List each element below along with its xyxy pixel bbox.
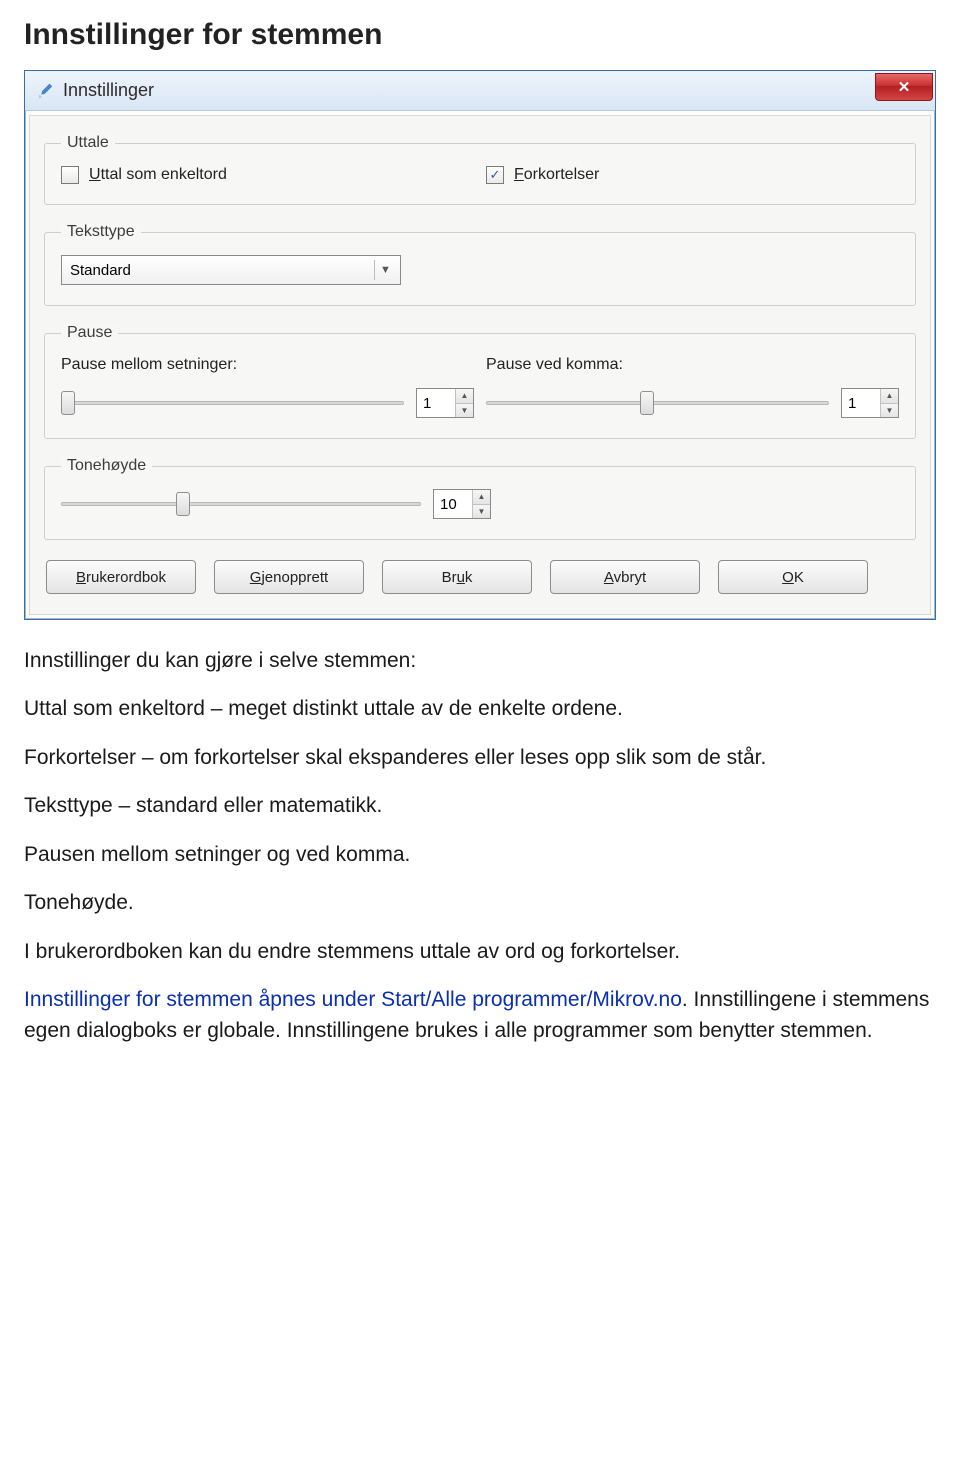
slider-track: [486, 401, 829, 405]
slider-pause-sentences[interactable]: [61, 390, 404, 416]
doc-paragraph: Teksttype – standard eller matematikk.: [24, 791, 936, 821]
button-label: Avbryt: [604, 569, 646, 586]
legend-uttale: Uttale: [61, 134, 115, 152]
spin-up-icon[interactable]: ▲: [456, 389, 473, 404]
slider-thumb[interactable]: [61, 391, 75, 415]
button-label: Brukerordbok: [76, 569, 166, 586]
avbryt-button[interactable]: Avbryt: [550, 560, 700, 594]
gjenopprett-button[interactable]: Gjenopprett: [214, 560, 364, 594]
checkbox-label: Uttal som enkeltord: [89, 166, 227, 184]
combo-value: Standard: [70, 262, 131, 279]
doc-paragraph: Innstillinger du kan gjøre i selve stemm…: [24, 646, 936, 676]
spin-value: 1: [842, 389, 880, 417]
window-title: Innstillinger: [63, 80, 154, 101]
label-pause-sentences: Pause mellom setninger:: [61, 356, 474, 374]
checkbox-box-icon: ✓: [486, 166, 504, 184]
spin-tonehoyde[interactable]: 10 ▲▼: [433, 489, 491, 519]
checkbox-uttal-som-enkeltord[interactable]: Uttal som enkeltord: [61, 166, 474, 184]
spin-pause-sentences[interactable]: 1 ▲▼: [416, 388, 474, 418]
window-body: Uttale Uttal som enkeltord ✓ Forkortelse…: [29, 115, 931, 615]
slider-pause-comma[interactable]: [486, 390, 829, 416]
chevron-down-icon: ▼: [374, 260, 396, 280]
group-tonehoyde: Tonehøyde 10 ▲▼: [44, 457, 916, 540]
doc-paragraph: I brukerordboken kan du endre stemmens u…: [24, 937, 936, 967]
button-row: Brukerordbok Gjenopprett Bruk Avbryt OK: [46, 560, 914, 594]
settings-window: Innstillinger ✕ Uttale Uttal som enkelto…: [24, 70, 936, 620]
slider-track: [61, 502, 421, 506]
spin-down-icon[interactable]: ▼: [473, 505, 490, 519]
combo-teksttype[interactable]: Standard ▼: [61, 255, 401, 285]
doc-paragraph: Innstillinger for stemmen åpnes under St…: [24, 985, 936, 1046]
group-pause: Pause Pause mellom setninger: 1 ▲▼: [44, 324, 916, 439]
spin-pause-comma[interactable]: 1 ▲▼: [841, 388, 899, 418]
group-teksttype: Teksttype Standard ▼: [44, 223, 916, 306]
slider-tonehoyde[interactable]: [61, 491, 421, 517]
spin-down-icon[interactable]: ▼: [456, 404, 473, 418]
button-label: OK: [782, 569, 804, 586]
checkbox-label: Forkortelser: [514, 166, 599, 184]
slider-thumb[interactable]: [176, 492, 190, 516]
doc-paragraph: Tonehøyde.: [24, 888, 936, 918]
doc-paragraph: Pausen mellom setninger og ved komma.: [24, 840, 936, 870]
close-button[interactable]: ✕: [875, 73, 933, 101]
doc-paragraph: Uttal som enkeltord – meget distinkt utt…: [24, 694, 936, 724]
spin-value: 10: [434, 490, 472, 518]
spin-down-icon[interactable]: ▼: [881, 404, 898, 418]
group-uttale: Uttale Uttal som enkeltord ✓ Forkortelse…: [44, 134, 916, 205]
checkbox-box-icon: [61, 166, 79, 184]
button-label: Bruk: [442, 569, 473, 586]
wrench-icon: [33, 80, 55, 102]
brukerordbok-button[interactable]: Brukerordbok: [46, 560, 196, 594]
bruk-button[interactable]: Bruk: [382, 560, 532, 594]
slider-thumb[interactable]: [640, 391, 654, 415]
legend-pause: Pause: [61, 324, 118, 342]
doc-paragraph: Forkortelser – om forkortelser skal eksp…: [24, 743, 936, 773]
page-heading: Innstillinger for stemmen: [24, 18, 936, 52]
legend-tonehoyde: Tonehøyde: [61, 457, 152, 475]
spin-up-icon[interactable]: ▲: [473, 490, 490, 505]
ok-button[interactable]: OK: [718, 560, 868, 594]
spin-up-icon[interactable]: ▲: [881, 389, 898, 404]
legend-teksttype: Teksttype: [61, 223, 141, 241]
spin-value: 1: [417, 389, 455, 417]
slider-track: [61, 401, 404, 405]
titlebar: Innstillinger ✕: [25, 71, 935, 111]
label-pause-comma: Pause ved komma:: [486, 356, 899, 374]
checkbox-forkortelser[interactable]: ✓ Forkortelser: [486, 166, 899, 184]
close-icon: ✕: [898, 78, 911, 96]
button-label: Gjenopprett: [250, 569, 328, 586]
